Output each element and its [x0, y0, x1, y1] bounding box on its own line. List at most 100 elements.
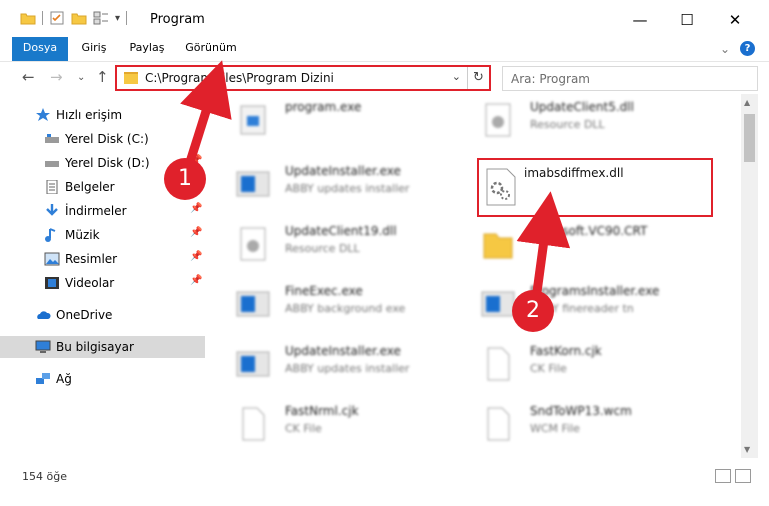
refresh-button[interactable]: ↻: [467, 67, 489, 89]
star-icon: [36, 108, 50, 121]
folder-icon: [20, 13, 36, 25]
navigation-bar: ← → ⌄ ↑ C:\Program Files\Program Dizini …: [0, 61, 769, 93]
file-item[interactable]: UpdateInstaller.exe ABBY updates install…: [205, 340, 455, 390]
vertical-scrollbar[interactable]: ▲ ▼: [741, 94, 758, 458]
file-name: UpdateInstaller.exe: [285, 344, 401, 358]
close-button[interactable]: ✕: [712, 8, 758, 32]
file-description: WCM File: [530, 422, 580, 435]
new-folder-icon[interactable]: [71, 11, 87, 25]
gear-dll-icon: [486, 168, 516, 206]
sidebar-item-network[interactable]: Ağ: [0, 368, 205, 390]
file-name: FastKorn.cjk: [530, 344, 602, 358]
file-item[interactable]: UpdateClient5.dll Resource DLL: [450, 96, 700, 146]
file-item[interactable]: FineExec.exe ABBY background exe: [205, 280, 455, 330]
file-item[interactable]: Microsoft.VC90.CRT: [450, 220, 700, 270]
toolbar-separator: [42, 11, 43, 25]
file-description: ABBY updates installer: [285, 182, 410, 195]
sidebar-item-label: Hızlı erişim: [56, 108, 123, 122]
folder-icon: [483, 233, 513, 259]
maximize-button[interactable]: ☐: [664, 8, 710, 32]
sidebar-item-pictures[interactable]: Resimler 📌: [0, 248, 205, 270]
forward-button[interactable]: →: [50, 68, 63, 86]
file-item[interactable]: UpdateInstaller.exe ABBY updates install…: [205, 160, 455, 210]
file-name: ProgramsInstaller.exe: [530, 284, 660, 298]
sidebar-item-label: Resimler: [65, 252, 118, 266]
file-description: CK File: [285, 422, 322, 435]
exe-icon: [240, 105, 266, 135]
pin-icon: 📌: [190, 227, 203, 238]
file-item[interactable]: FastNrml.cjk CK File: [205, 400, 455, 450]
sidebar-item-quick-access[interactable]: Hızlı erişim: [0, 104, 205, 126]
up-button[interactable]: ↑: [96, 68, 109, 86]
sidebar-item-label: Videolar: [65, 276, 115, 290]
file-list: program.exe UpdateClient5.dll Resource D…: [205, 94, 743, 458]
pin-icon: 📌: [190, 203, 203, 214]
search-placeholder: Ara: Program: [511, 72, 590, 86]
sidebar-item-label: Yerel Disk (D:): [65, 156, 150, 170]
folder-icon: [124, 72, 138, 84]
dll-icon: [485, 103, 511, 137]
file-item[interactable]: SndToWP13.wcm WCM File: [450, 400, 700, 450]
scroll-down-icon[interactable]: ▼: [744, 445, 750, 454]
details-view-icon[interactable]: [715, 469, 731, 483]
view-toggle: [715, 469, 751, 483]
videos-icon: [45, 277, 59, 289]
documents-icon: [46, 180, 58, 194]
file-name: SndToWP13.wcm: [530, 404, 632, 418]
file-item[interactable]: FastKorn.cjk CK File: [450, 340, 700, 390]
address-dropdown-icon[interactable]: ⌄: [452, 70, 461, 83]
sidebar-item-onedrive[interactable]: OneDrive: [0, 304, 205, 326]
sidebar-item-this-pc[interactable]: Bu bilgisayar: [0, 336, 205, 358]
scrollbar-thumb[interactable]: [744, 114, 755, 162]
pin-icon: 📌: [190, 275, 203, 286]
status-bar: 154 öğe: [0, 458, 769, 506]
properties-icon[interactable]: [49, 11, 65, 25]
file-icon: [242, 407, 265, 441]
file-item[interactable]: program.exe: [205, 96, 455, 146]
sidebar-item-label: Belgeler: [65, 180, 115, 194]
file-name: FineExec.exe: [285, 284, 363, 298]
help-icon[interactable]: ?: [740, 41, 755, 56]
sidebar-item-music[interactable]: Müzik 📌: [0, 224, 205, 246]
file-name: Microsoft.VC90.CRT: [530, 224, 648, 238]
file-item[interactable]: UpdateClient19.dll Resource DLL: [205, 220, 455, 270]
dll-icon: [240, 227, 266, 261]
minimize-button[interactable]: —: [617, 8, 663, 32]
step-2-badge: 2: [512, 290, 554, 332]
sidebar-item-videos[interactable]: Videolar 📌: [0, 272, 205, 294]
file-description: ABBY updates installer: [285, 362, 410, 375]
file-item[interactable]: ProgramsInstaller.exe ABBY finereader tn: [450, 280, 700, 330]
target-file-highlight[interactable]: imabsdiffmex.dll: [477, 158, 713, 217]
view-options-icon[interactable]: [93, 11, 109, 25]
search-input[interactable]: Ara: Program: [502, 66, 758, 91]
navigation-pane: Hızlı erişim Yerel Disk (C:) Yerel Disk …: [0, 94, 205, 458]
address-bar[interactable]: C:\Program Files\Program Dizini ⌄ ↻: [115, 65, 491, 91]
pin-icon: 📌: [190, 251, 203, 262]
sidebar-item-label: İndirmeler: [65, 204, 127, 218]
scroll-up-icon[interactable]: ▲: [744, 98, 750, 107]
file-icon: [487, 407, 510, 441]
sidebar-item-local-disk-c[interactable]: Yerel Disk (C:): [0, 128, 205, 150]
ribbon-expand-icon[interactable]: ⌄: [720, 42, 730, 56]
music-icon: [45, 228, 56, 242]
qat-dropdown-icon[interactable]: ▾: [115, 13, 120, 24]
tab-view[interactable]: Görünüm: [182, 37, 240, 59]
file-name: program.exe: [285, 100, 362, 114]
download-icon: [46, 204, 58, 216]
installer-icon: [236, 171, 270, 197]
sidebar-item-downloads[interactable]: İndirmeler 📌: [0, 200, 205, 222]
sidebar-item-label: Ağ: [56, 372, 72, 386]
sidebar-item-label: OneDrive: [56, 308, 113, 322]
tab-home[interactable]: Giriş: [74, 37, 114, 59]
back-button[interactable]: ←: [22, 68, 35, 86]
file-description: ABBY background exe: [285, 302, 406, 315]
address-path[interactable]: C:\Program Files\Program Dizini: [145, 71, 334, 85]
large-icons-view-icon[interactable]: [735, 469, 751, 483]
item-count: 154 öğe: [22, 470, 67, 483]
cloud-icon: [37, 311, 51, 319]
tab-share[interactable]: Paylaş: [124, 37, 170, 59]
recent-locations-button[interactable]: ⌄: [77, 72, 85, 83]
file-name: FastNrml.cjk: [285, 404, 359, 418]
file-name: UpdateClient5.dll: [530, 100, 634, 114]
installer-icon: [236, 351, 270, 377]
